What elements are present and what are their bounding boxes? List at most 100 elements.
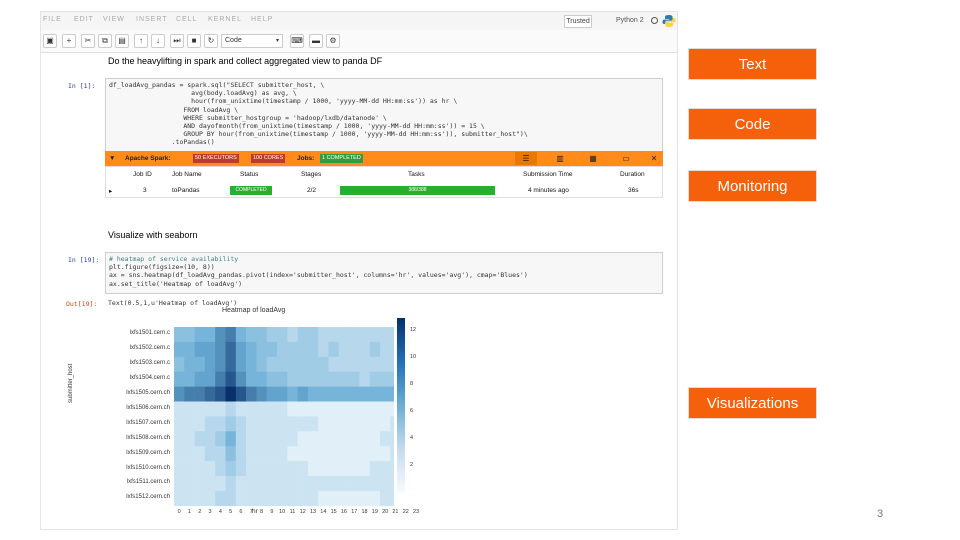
heatmap-cell <box>287 356 298 372</box>
monitor-icon[interactable]: ▭ <box>615 152 637 165</box>
menu-file[interactable]: FILE <box>43 16 62 23</box>
heatmap-chart <box>174 327 394 507</box>
heatmap-cell <box>359 431 370 447</box>
tasks-table-icon[interactable]: ▦ <box>582 152 604 165</box>
x-tick-label: 11 <box>289 508 296 515</box>
heatmap-cell <box>359 341 370 358</box>
skip-icon[interactable]: ⏭ <box>170 34 184 48</box>
timeline-chart-icon[interactable]: ▥ <box>549 152 571 165</box>
heatmap-cell <box>380 327 391 343</box>
cell-type-select[interactable]: Code ▾ <box>221 34 283 48</box>
heatmap-cell <box>287 341 298 358</box>
trusted-badge[interactable]: Trusted <box>564 15 592 28</box>
heatmap-cell <box>380 476 391 492</box>
x-tick-label: 8 <box>260 508 264 515</box>
heatmap-cell <box>369 356 381 372</box>
y-tick-label: lxfs1501.cern.c <box>129 330 170 337</box>
expand-row-icon[interactable]: ▸ <box>109 187 112 195</box>
move-down-icon[interactable]: ↓ <box>151 34 165 48</box>
heatmap-cell <box>349 461 360 477</box>
heatmap-cell <box>349 401 360 417</box>
menu-edit[interactable]: EDIT <box>74 16 94 23</box>
chart-title: Heatmap of loadAvg <box>222 307 286 314</box>
jobs-list-icon[interactable]: ☰ <box>515 152 537 165</box>
heatmap-cell <box>204 356 216 372</box>
heatmap-cell <box>297 461 309 477</box>
heatmap-cell <box>174 371 185 387</box>
extension-icon[interactable]: ⚙ <box>326 34 340 48</box>
menu-kernel[interactable]: KERNEL <box>208 16 242 23</box>
heatmap-cell <box>390 401 394 417</box>
menu-cell[interactable]: CELL <box>176 16 198 23</box>
heatmap-cell <box>235 341 247 358</box>
code-line: .toPandas() <box>109 138 215 147</box>
heatmap-cell <box>318 490 329 507</box>
heatmap-cell <box>184 327 195 343</box>
move-up-icon[interactable]: ↑ <box>134 34 148 48</box>
heatmap-cell <box>390 431 394 447</box>
heatmap-cell <box>338 416 350 432</box>
heatmap-cell <box>297 371 309 387</box>
paste-icon[interactable]: ▤ <box>115 34 129 48</box>
heatmap-cell <box>246 386 257 402</box>
restart-icon[interactable]: ↻ <box>204 34 218 48</box>
heatmap-cell <box>215 476 226 492</box>
save-icon[interactable]: ▣ <box>43 34 57 48</box>
heatmap-cell <box>390 461 394 477</box>
callout-code: Code <box>688 108 817 140</box>
jobs-label: Jobs: <box>297 155 315 162</box>
heatmap-cell <box>256 401 267 417</box>
menu-insert[interactable]: INSERT <box>136 16 168 23</box>
heatmap-cell <box>297 356 309 372</box>
heatmap-cell <box>204 431 216 447</box>
colorbar-tick-label: 8 <box>410 381 414 388</box>
menu-view[interactable]: VIEW <box>103 16 125 23</box>
heatmap-cell <box>318 327 329 343</box>
heatmap-cell <box>277 461 288 477</box>
close-icon[interactable]: ✕ <box>643 152 665 165</box>
heatmap-cell <box>204 490 216 507</box>
heatmap-cell <box>225 416 237 432</box>
heatmap-cell <box>246 461 257 477</box>
x-tick-label: 18 <box>361 508 368 515</box>
code-line: GROUP BY hour(from_unixtime(timestamp / … <box>109 130 528 139</box>
heatmap-cell <box>235 327 247 343</box>
heatmap-cell <box>266 356 278 372</box>
heatmap-cell <box>225 341 237 358</box>
heatmap-cell <box>225 461 237 477</box>
heatmap-cell <box>266 386 278 402</box>
spark-jobs-table: Job ID Job Name Status Stages Tasks Subm… <box>105 166 663 198</box>
command-palette-icon[interactable]: ⌨ <box>290 34 304 48</box>
cut-icon[interactable]: ✂ <box>81 34 95 48</box>
x-tick-label: 13 <box>309 508 317 515</box>
heatmap-cell <box>338 446 350 462</box>
heatmap-cell <box>225 446 237 462</box>
y-axis-label: submitter_host <box>68 363 74 403</box>
cell-toolbar-icon[interactable]: ▬ <box>309 34 323 48</box>
collapse-arrow-icon[interactable]: ▼ <box>109 155 115 162</box>
insert-cell-icon[interactable]: + <box>62 34 76 48</box>
menu-help[interactable]: HELP <box>251 16 273 23</box>
heatmap-cell <box>307 327 319 343</box>
heatmap-cell <box>194 371 206 387</box>
y-tick-label: lxfs1502.cern.c <box>129 345 170 352</box>
code-cell-1[interactable]: df_loadAvg_pandas = spark.sql("SELECT su… <box>105 78 663 158</box>
heatmap-cell <box>235 386 247 402</box>
x-tick-label: 21 <box>392 508 399 515</box>
heatmap-cell <box>246 356 257 372</box>
code-line: ax = sns.heatmap(df_loadAvg_pandas.pivot… <box>109 271 528 280</box>
heatmap-cell <box>194 461 206 477</box>
y-tick-label: lxfs1512.cern.ch <box>126 494 170 501</box>
copy-icon[interactable]: ⧉ <box>98 34 112 48</box>
heatmap-cell <box>194 476 206 492</box>
heatmap-cell <box>369 490 381 507</box>
heatmap-cell <box>359 327 370 343</box>
heatmap-cell <box>318 341 329 358</box>
x-tick-label: 9 <box>270 508 274 515</box>
code-cell-2[interactable]: # heatmap of service availability plt.fi… <box>105 252 663 294</box>
heatmap-cell <box>256 356 267 372</box>
heatmap-cell <box>225 490 237 507</box>
heatmap-cell <box>349 476 360 492</box>
stop-icon[interactable]: ■ <box>187 34 201 48</box>
header-submission-time: Submission Time <box>523 171 573 178</box>
